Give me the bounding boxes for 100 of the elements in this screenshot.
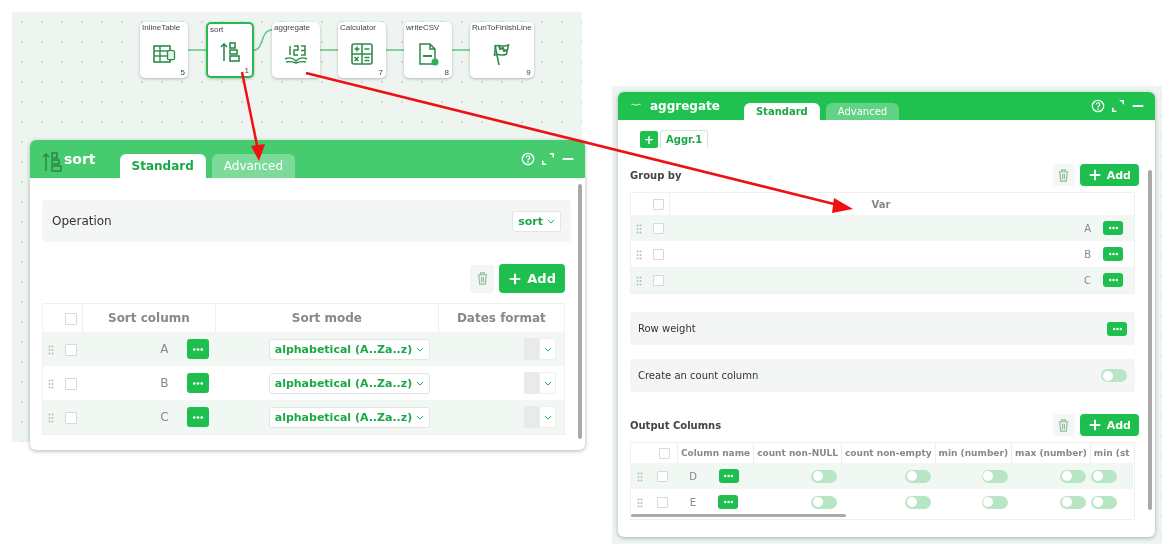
toggle-switch[interactable] [981,495,1008,509]
add-button[interactable]: Add [499,264,565,293]
drag-handle-icon[interactable] [48,378,55,389]
expand-icon[interactable] [1111,99,1125,113]
checkbox[interactable] [64,343,77,356]
checkbox[interactable] [652,248,664,260]
toggle-switch[interactable] [1091,495,1118,509]
add-button[interactable]: Add [1079,414,1139,436]
toggle-switch[interactable] [811,469,838,483]
checkbox[interactable] [657,496,669,508]
sort-icon [218,40,242,64]
tab[interactable]: Standard [119,154,206,178]
table-cell: A [1084,222,1091,234]
workflow-node[interactable]: aggregate [272,22,320,78]
more-button[interactable] [1107,321,1127,336]
dates-format-select[interactable] [524,406,556,428]
dots-icon [191,414,204,420]
operation-select[interactable]: sort [512,210,561,232]
toggle-switch[interactable] [905,469,932,483]
sort-mode-select[interactable]: alphabetical (A..Za..z) [268,372,431,394]
more-button[interactable] [1103,221,1123,235]
more-button[interactable] [1103,247,1123,261]
drag-handle-icon[interactable] [636,249,642,260]
more-button[interactable] [186,407,209,427]
drag-handle-icon[interactable] [636,223,642,234]
plus-icon [1087,418,1102,432]
drag-handle-icon[interactable] [636,497,643,508]
delete-button[interactable] [1052,414,1075,436]
workflow-node[interactable]: writeCSV 8 [404,22,452,78]
connector [451,49,471,51]
table-cell: A [160,342,169,356]
checkbox[interactable] [652,198,664,210]
toggle-switch[interactable] [1060,495,1087,509]
help-icon[interactable] [1091,99,1105,113]
more-button[interactable] [1103,273,1123,287]
field-label: Row weight [638,323,696,334]
more-button[interactable] [186,339,209,359]
dates-format-select[interactable] [524,338,556,360]
plus-icon [508,271,523,286]
dots-icon [723,474,735,478]
table-cell: C [160,410,169,424]
dates-format-select[interactable] [524,372,556,394]
checkbox[interactable] [658,447,670,459]
chevron-icon [543,380,552,386]
field-label: Create an count column [638,370,759,381]
toggle-switch[interactable] [811,495,838,509]
dots-icon [1107,226,1119,230]
checkbox[interactable] [652,222,664,234]
chevron-icon [416,414,425,420]
field-label: Operation [52,214,112,228]
expand-icon[interactable] [541,152,555,166]
workflow-node[interactable]: sort 1 [206,22,254,78]
toggle-switch[interactable] [981,469,1008,483]
tab[interactable]: Aggr.1 [660,130,709,148]
more-button[interactable] [718,469,739,483]
sort-mode-select[interactable]: alphabetical (A..Za..z) [268,406,431,428]
connector [187,49,207,51]
drag-handle-icon[interactable] [48,412,55,423]
dots-icon [1107,278,1119,282]
toggle-switch[interactable] [1060,469,1087,483]
calculator-icon [350,42,374,66]
help-icon[interactable] [521,152,535,166]
toggle-switch[interactable] [905,495,932,509]
add-tab-button[interactable]: + [640,131,658,148]
more-button[interactable] [718,495,739,509]
tab[interactable]: Standard [743,103,820,120]
add-button[interactable]: Add [1079,164,1139,186]
chevron-icon [543,414,552,420]
workflow-node[interactable]: RunToFinishLine 9 [470,22,534,78]
more-button[interactable] [186,373,209,393]
chevron-icon [547,218,555,224]
drag-handle-icon[interactable] [48,344,55,355]
table-cell: B [160,376,169,390]
delete-button[interactable] [470,264,495,293]
dots-icon [1111,326,1123,331]
delete-button[interactable] [1052,164,1075,186]
plus-icon [1087,168,1102,182]
file-icon [416,42,440,66]
workflow-node[interactable]: Calculator 7 [338,22,386,78]
checkbox[interactable] [64,411,77,424]
table-cell: D [689,470,698,482]
checkbox[interactable] [64,377,77,390]
dots-icon [191,380,204,386]
dots-icon [191,346,204,352]
chevron-icon [416,346,425,352]
tab[interactable]: Advanced [211,154,296,178]
sort-mode-select[interactable]: alphabetical (A..Za..z) [268,338,431,360]
checkbox[interactable] [652,274,664,286]
workflow-node[interactable]: InlineTable 5 [140,22,188,78]
checkbox[interactable] [64,312,77,325]
sort-icon [40,150,64,174]
toggle-switch[interactable] [1101,369,1127,382]
connector [319,49,339,51]
connector [253,29,273,51]
toggle-switch[interactable] [1091,469,1118,483]
tab[interactable]: Advanced [825,103,900,120]
section-heading: Group by [630,169,682,181]
drag-handle-icon[interactable] [636,471,643,482]
drag-handle-icon[interactable] [636,275,642,286]
checkbox[interactable] [657,470,669,482]
